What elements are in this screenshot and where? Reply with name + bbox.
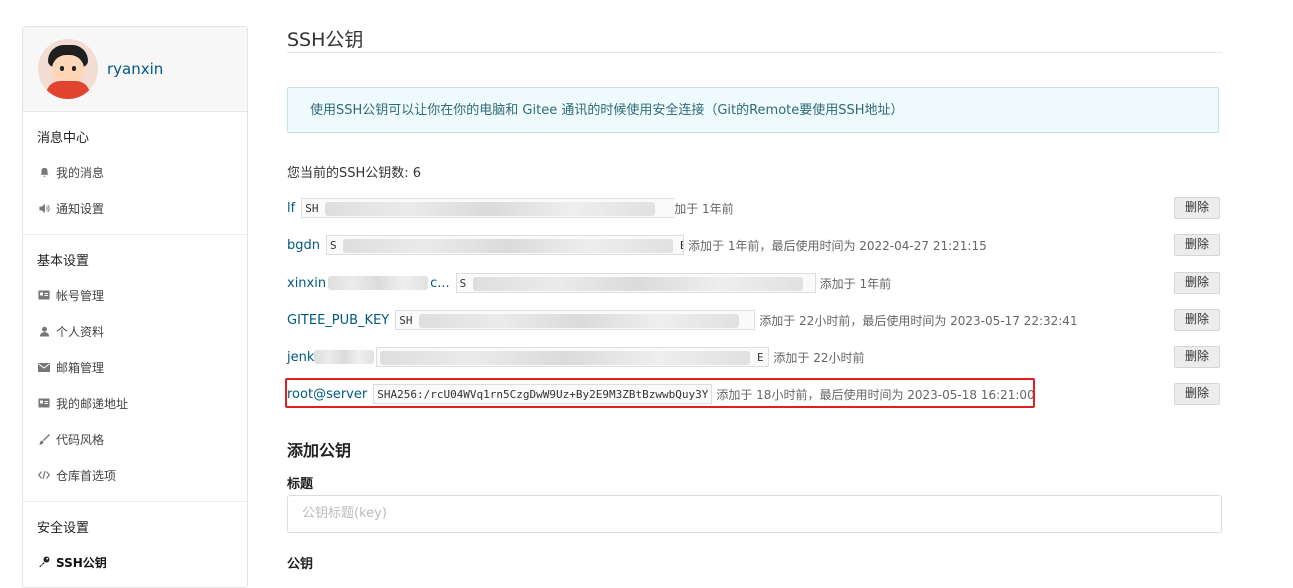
key-fingerprint: S E — [326, 235, 684, 255]
sidebar-item-notification-settings[interactable]: 通知设置 — [23, 190, 247, 226]
key-row: GITEE_PUB_KEY SH 添加于 22小时前，最后使用时间为 2023-… — [287, 309, 1222, 331]
key-title: bgdn — [287, 237, 320, 253]
sidebar-item-account[interactable]: 帐号管理 — [23, 277, 247, 313]
key-fingerprint: SH — [395, 310, 756, 330]
key-row: bgdn S E 添加于 1年前，最后使用时间为 2022-04-27 21:2… — [287, 234, 1222, 256]
sidebar-item-code-style[interactable]: 代码风格 — [23, 421, 247, 457]
sidebar-item-label: SSH公钥 — [56, 555, 107, 570]
key-title: xinxin — [287, 275, 327, 291]
key-meta: 加于 1年前 — [674, 201, 734, 216]
section-basic-settings: 基本设置 帐号管理 个人资料 邮箱管理 我的邮递地址 代码风格 仓库首选项 — [23, 235, 247, 502]
key-meta: 添加于 22小时前 — [773, 350, 865, 365]
key-row: xinxin c... S 添加于 1年前 删除 — [287, 272, 1222, 294]
sidebar-item-label: 我的邮递地址 — [56, 396, 129, 411]
sidebar-item-label: 我的消息 — [56, 165, 105, 180]
sidebar-item-label: 仓库首选项 — [56, 468, 117, 483]
key-row: lf SH 加于 1年前 删除 — [287, 197, 1222, 219]
sidebar-item-profile[interactable]: 个人资料 — [23, 313, 247, 349]
redacted-text — [328, 276, 429, 290]
delete-button[interactable]: 删除 — [1174, 346, 1220, 368]
key-meta: 添加于 22小时前，最后使用时间为 2023-05-17 22:32:41 — [759, 313, 1078, 328]
add-key-heading: 添加公钥 — [287, 441, 352, 460]
id-card-icon — [38, 289, 50, 301]
sidebar-item-ssh-keys[interactable]: SSH公钥 — [23, 544, 247, 580]
key-title: jenk — [287, 349, 315, 365]
sidebar-item-label: 帐号管理 — [56, 288, 105, 303]
section-security-settings: 安全设置 SSH公钥 — [23, 502, 247, 588]
key-fingerprint: E — [376, 347, 770, 367]
section-title: 安全设置 — [37, 521, 90, 536]
key-label: 公钥 — [287, 557, 314, 572]
mail-icon — [38, 361, 50, 373]
username-link[interactable]: ryanxin — [107, 60, 163, 78]
key-fingerprint: SH — [301, 198, 675, 218]
key-title: lf — [287, 200, 296, 216]
sidebar-item-label: 代码风格 — [56, 432, 105, 447]
delete-button[interactable]: 删除 — [1174, 234, 1220, 256]
code-icon — [38, 469, 50, 481]
profile-card: ryanxin — [23, 27, 247, 112]
sidebar-item-label: 个人资料 — [56, 324, 105, 339]
avatar[interactable] — [38, 39, 98, 99]
key-count: 您当前的SSH公钥数: 6 — [287, 166, 422, 181]
section-title: 消息中心 — [37, 131, 90, 146]
divider — [287, 52, 1222, 53]
sidebar-item-repo-preferences[interactable]: 仓库首选项 — [23, 457, 247, 493]
section-title: 基本设置 — [37, 254, 90, 269]
key-fingerprint: S — [455, 273, 816, 293]
section-message-center: 消息中心 我的消息 通知设置 — [23, 112, 247, 235]
key-icon — [38, 556, 50, 568]
highlight-box — [285, 378, 1035, 408]
delete-button[interactable]: 删除 — [1174, 197, 1220, 219]
delete-button[interactable]: 删除 — [1174, 309, 1220, 331]
sidebar-item-address[interactable]: 我的邮递地址 — [23, 385, 247, 421]
key-meta: 添加于 1年前，最后使用时间为 2022-04-27 21:21:15 — [688, 238, 987, 253]
address-card-icon — [38, 397, 50, 409]
key-title-input[interactable]: 公钥标题(key) — [287, 495, 1222, 533]
info-alert: 使用SSH公钥可以让你在你的电脑和 Gitee 通讯的时候使用安全连接（Git的… — [287, 87, 1219, 133]
sidebar-item-my-messages[interactable]: 我的消息 — [23, 154, 247, 190]
user-icon — [38, 325, 50, 337]
sidebar-item-label: 邮箱管理 — [56, 360, 105, 375]
brush-icon — [38, 433, 50, 445]
key-title-tail: c... — [430, 275, 450, 291]
volume-icon — [38, 202, 50, 214]
delete-button[interactable]: 删除 — [1174, 383, 1220, 405]
delete-button[interactable]: 删除 — [1174, 272, 1220, 294]
page-title: SSH公钥 — [287, 29, 364, 51]
key-meta: 添加于 1年前 — [819, 276, 892, 291]
sidebar-item-label: 通知设置 — [56, 201, 105, 216]
redacted-text — [314, 350, 375, 364]
title-label: 标题 — [287, 477, 314, 492]
sidebar: ryanxin 消息中心 我的消息 通知设置 基本设置 帐号管理 个人资料 邮箱… — [22, 26, 248, 588]
key-title: GITEE_PUB_KEY — [287, 312, 390, 328]
sidebar-item-email[interactable]: 邮箱管理 — [23, 349, 247, 385]
key-row: jenk E 添加于 22小时前 删除 — [287, 346, 1222, 368]
bell-icon — [38, 166, 50, 178]
